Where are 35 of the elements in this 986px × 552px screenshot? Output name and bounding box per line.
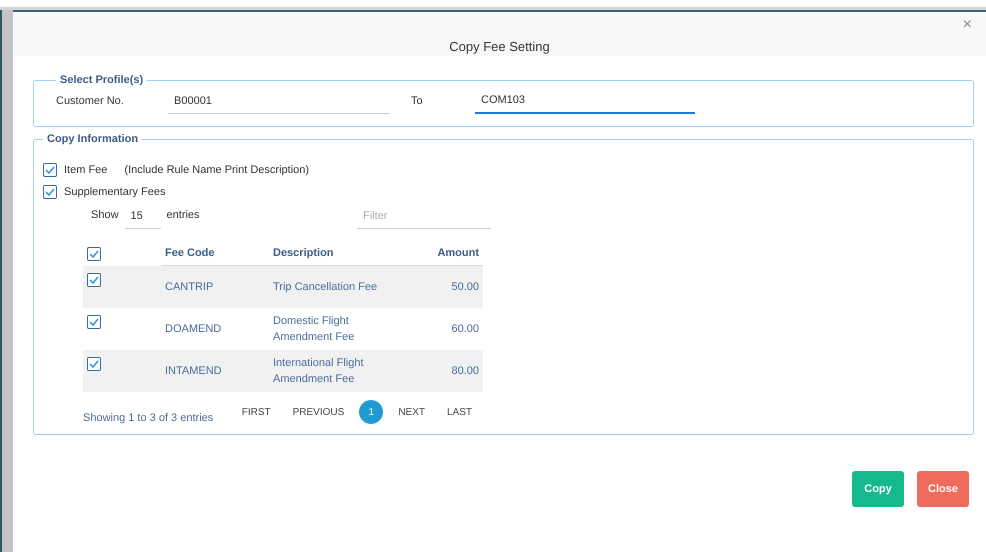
row-checkbox[interactable]: [87, 357, 101, 371]
table-cell: INTAMEND: [161, 350, 269, 392]
dialog-title: Copy Fee Setting: [449, 39, 550, 54]
pagination-link[interactable]: LAST: [436, 400, 483, 424]
show-label: Show: [91, 209, 119, 223]
panel-legend: Select Profile(s): [56, 74, 148, 86]
table-cell: 80.00: [395, 350, 483, 392]
option-note: (Include Rule Name Print Description): [124, 164, 310, 176]
pagination-link[interactable]: FIRST: [230, 400, 282, 424]
option-label: Supplementary Fees: [64, 186, 166, 198]
panel-legend: Copy Information: [43, 133, 142, 145]
input-field[interactable]: COM103: [475, 94, 695, 114]
checkbox[interactable]: [43, 185, 57, 199]
row-checkbox[interactable]: [87, 315, 101, 329]
table-cell: DOAMEND: [161, 308, 269, 350]
filter-field[interactable]: Filter: [357, 210, 491, 229]
table-cell: 50.00: [395, 266, 483, 308]
table-row[interactable]: DOAMEND Domestic Flight Amendment Fee 60.00: [83, 308, 483, 350]
table-cell: CANTRIP: [161, 266, 269, 308]
entries-label: entries: [166, 209, 200, 223]
field-label: Customer No.: [56, 95, 125, 109]
row-checkbox[interactable]: [87, 272, 101, 286]
checkbox[interactable]: [43, 163, 57, 177]
page-size-field[interactable]: 15: [124, 210, 161, 229]
input-field[interactable]: B00001: [168, 95, 390, 114]
field-label: To: [411, 95, 424, 109]
table-cell: 60.00: [395, 308, 483, 350]
pagination-link[interactable]: NEXT: [387, 400, 436, 424]
select-all-checkbox[interactable]: [87, 247, 101, 261]
table-cell: Domestic Flight Amendment Fee: [269, 308, 395, 350]
option-label: Item Fee: [64, 164, 108, 176]
entries-info: Showing 1 to 3 of 3 entries: [83, 412, 214, 424]
pagination-link[interactable]: PREVIOUS: [282, 400, 356, 424]
table-cell: International Flight Amendment Fee: [269, 350, 395, 392]
table-cell: Trip Cancellation Fee: [269, 266, 395, 308]
